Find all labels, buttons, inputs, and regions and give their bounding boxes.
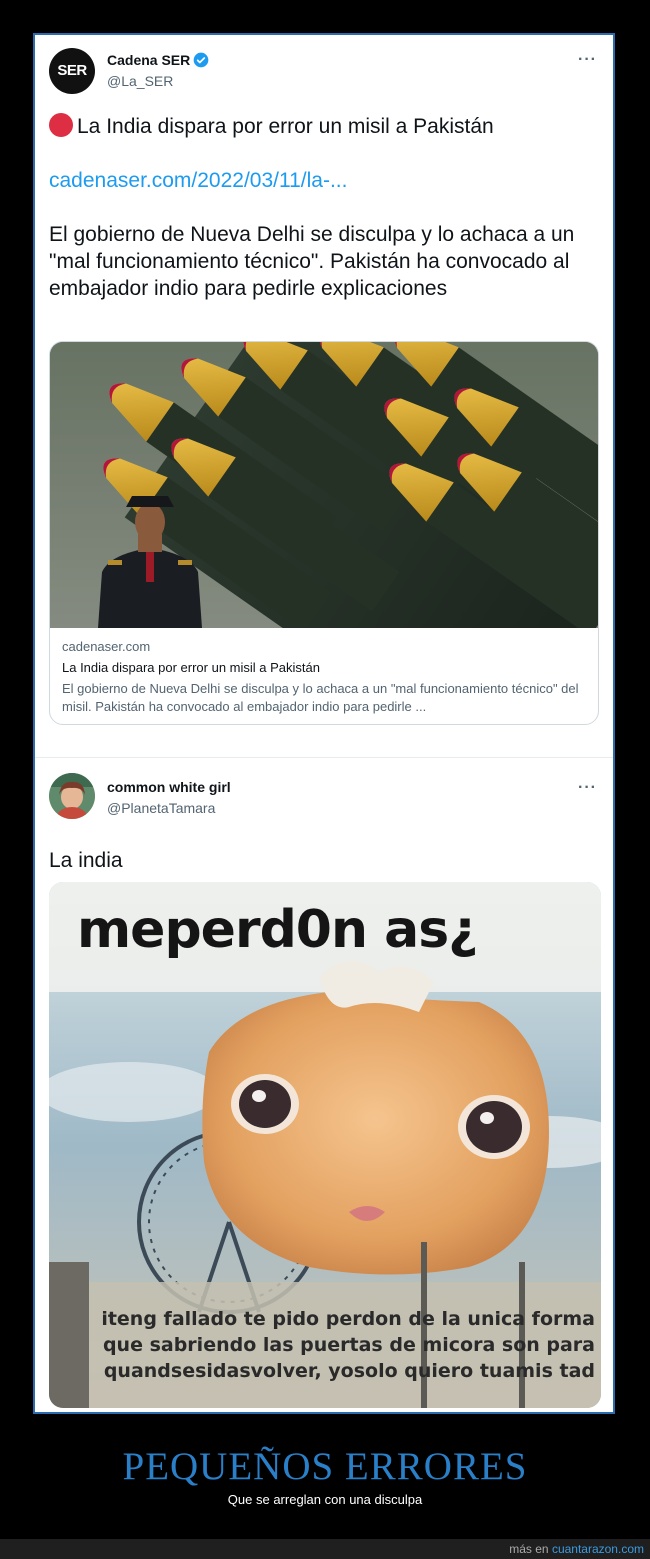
- avatar[interactable]: [49, 773, 95, 819]
- tweet-divider: [35, 757, 613, 758]
- author-handle[interactable]: @PlanetaTamara: [107, 800, 215, 816]
- crying-cat-meme-image[interactable]: meperd0n as¿ iteng fallado te pido perdo…: [49, 882, 601, 1408]
- headline-text: La India dispara por error un misil a Pa…: [77, 115, 494, 138]
- tweet-headline: La India dispara por error un misil a Pa…: [49, 113, 589, 140]
- red-circle-icon: [49, 113, 73, 137]
- card-domain: cadenaser.com: [62, 639, 151, 654]
- author-name-text: Cadena SER: [107, 52, 191, 68]
- missile-launcher-illustration: [50, 342, 598, 628]
- post-subtitle: Que se arreglan con una disculpa: [227, 1492, 423, 1507]
- site-footer: más en cuantarazon.com: [0, 1539, 650, 1559]
- verified-badge-icon: [193, 52, 209, 68]
- screenshot-frame: SER Cadena SER @La_SER ··· La India disp…: [33, 33, 615, 1414]
- tweet-body: El gobierno de Nueva Delhi se disculpa y…: [49, 223, 575, 300]
- author-name[interactable]: common white girl: [107, 779, 231, 795]
- more-options-icon[interactable]: ···: [578, 779, 597, 797]
- author-name[interactable]: Cadena SER: [107, 52, 209, 68]
- article-link[interactable]: cadenaser.com/2022/03/11/la-...: [49, 167, 589, 194]
- avatar-logo-text: SER: [57, 62, 87, 79]
- avatar-portrait-icon: [49, 773, 95, 819]
- meme-top-caption: meperd0n as¿: [77, 900, 478, 960]
- link-preview-card[interactable]: cadenaser.com La India dispara por error…: [49, 341, 599, 725]
- missile-launcher-image: [50, 342, 598, 628]
- tweet-body: La india: [49, 849, 123, 872]
- card-description: El gobierno de Nueva Delhi se disculpa y…: [62, 681, 579, 714]
- card-meta: cadenaser.com La India dispara por error…: [50, 628, 598, 724]
- more-options-icon[interactable]: ···: [578, 51, 597, 69]
- footer-prefix: más en: [509, 1542, 549, 1556]
- site-link[interactable]: cuantarazon.com: [552, 1542, 644, 1556]
- author-handle[interactable]: @La_SER: [107, 73, 173, 89]
- tweet-cadena-ser[interactable]: SER Cadena SER @La_SER ··· La India disp…: [35, 35, 613, 755]
- meme-bottom-caption: iteng fallado te pido perdon de la unica…: [101, 1308, 595, 1382]
- avatar[interactable]: SER: [49, 48, 95, 94]
- card-title: La India dispara por error un misil a Pa…: [62, 660, 320, 675]
- tweet-common-white-girl[interactable]: common white girl @PlanetaTamara ··· La …: [35, 759, 613, 1409]
- post-title: PEQUEÑOS ERRORES: [122, 1445, 528, 1488]
